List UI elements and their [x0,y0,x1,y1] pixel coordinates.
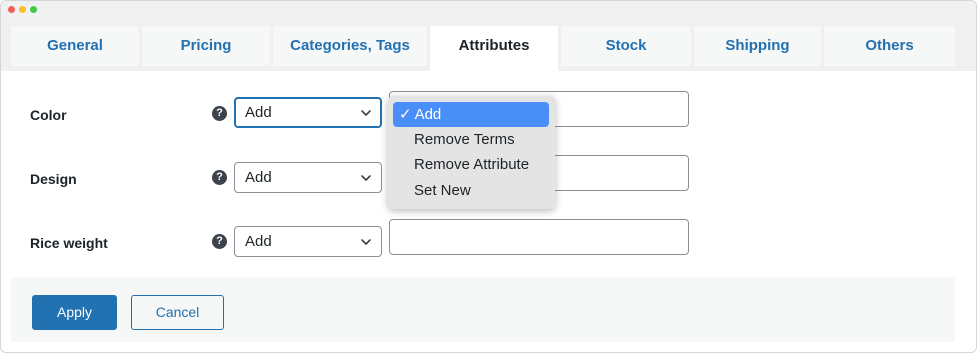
dropdown-option-remove-terms[interactable]: Remove Terms [393,127,549,152]
tab-general[interactable]: General [11,26,139,66]
dropdown-option-set-new[interactable]: Set New [393,178,549,203]
help-icon[interactable]: ? [212,106,227,121]
tab-shipping[interactable]: Shipping [694,26,821,66]
title-bar [1,1,976,21]
dropdown-option-add[interactable]: ✓ Add [393,102,549,127]
action-select-color[interactable]: Add [234,97,382,128]
close-window-dot-icon[interactable] [8,6,15,13]
tab-bar: General Pricing Categories, Tags Attribu… [1,21,976,71]
chevron-down-icon [361,175,371,181]
cancel-button[interactable]: Cancel [131,295,224,330]
chevron-down-icon [361,239,371,245]
tab-others[interactable]: Others [824,26,955,66]
tab-categories-tags[interactable]: Categories, Tags [273,26,427,66]
help-icon[interactable]: ? [212,234,227,249]
attribute-value-input-rice-weight[interactable] [389,219,689,255]
help-icon[interactable]: ? [212,170,227,185]
checkmark-icon: ✓ [399,106,412,123]
dropdown-option-remove-attribute[interactable]: Remove Attribute [393,152,549,177]
action-dropdown-menu: ✓ Add Remove Terms Remove Attribute Set N… [388,96,555,209]
action-select-rice-weight[interactable]: Add [234,226,382,257]
maximize-window-dot-icon[interactable] [30,6,37,13]
attribute-label-rice-weight: Rice weight [30,235,108,251]
minimize-window-dot-icon[interactable] [19,6,26,13]
dropdown-option-label: Add [414,106,442,123]
action-select-value: Add [245,233,272,250]
attribute-label-design: Design [30,171,77,187]
action-select-value: Add [245,169,272,186]
action-select-design[interactable]: Add [234,162,382,193]
attribute-label-color: Color [30,107,67,123]
action-footer: Apply Cancel [11,277,955,342]
tab-pricing[interactable]: Pricing [142,26,270,66]
tab-attributes[interactable]: Attributes [430,26,558,71]
apply-button[interactable]: Apply [32,295,117,330]
tab-stock[interactable]: Stock [561,26,691,66]
chevron-down-icon [361,110,371,116]
action-select-value: Add [245,104,272,121]
app-window: General Pricing Categories, Tags Attribu… [0,0,977,353]
